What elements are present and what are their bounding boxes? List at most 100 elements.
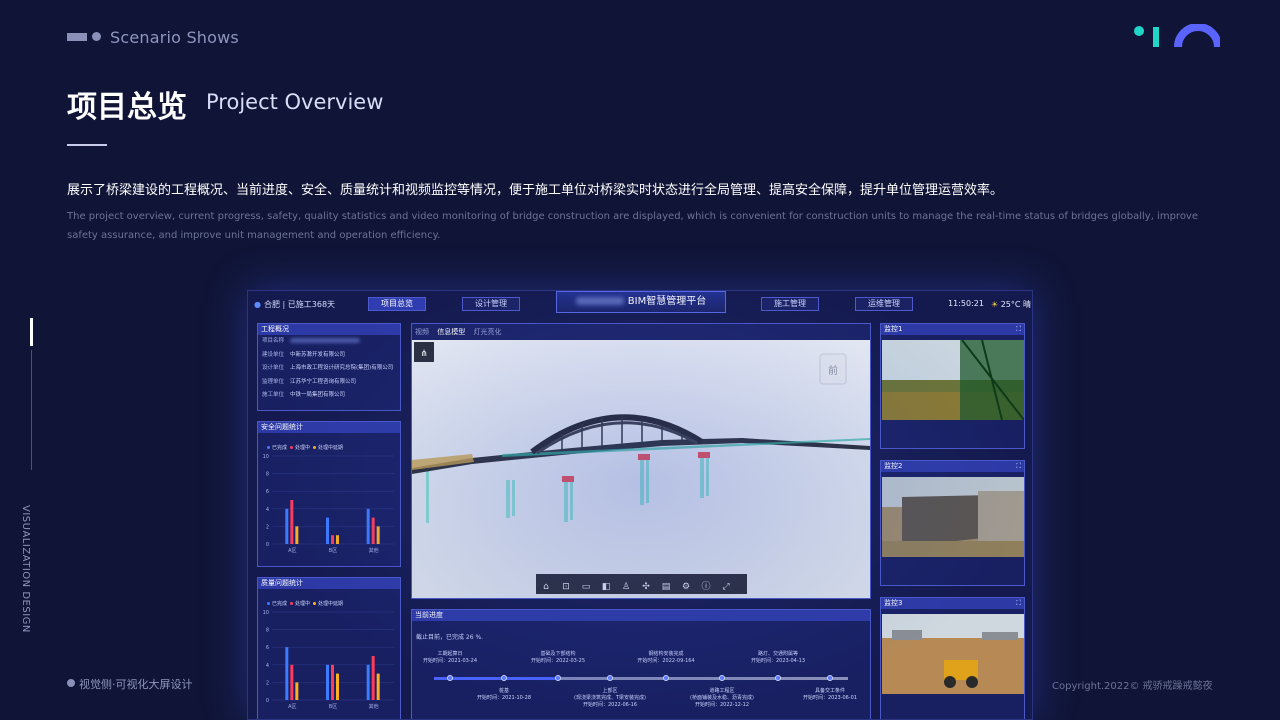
explode-icon[interactable]: ✣ — [636, 577, 656, 597]
side-indicator — [30, 318, 33, 346]
camera-panel-1: 监控1 ⛶ — [880, 323, 1025, 449]
progress-panel: 当前进度 截止目前，已完成 26 %. 工期起算日 开始时间：2021-03-24… — [411, 609, 871, 719]
fullscreen-icon[interactable]: ⤢ — [716, 577, 736, 597]
page-title: 项目总览 — [67, 90, 187, 125]
overview-key: 施工单位 — [262, 392, 285, 398]
viewer-toolbar: ⌂ ⊡ ▭ ◧ ♙ ✣ ▤ ⚙ ⓘ ⤢ — [536, 574, 747, 594]
camera-title-2: 监控2 ⛶ — [881, 461, 1024, 472]
fullscreen-icon[interactable]: ⛶ — [1016, 324, 1021, 335]
description-cn: 展示了桥梁建设的工程概况、当前进度、安全、质量统计和视频监控等情况，便于施工单位… — [67, 183, 1004, 198]
model-tabs: 视频 信息模型 灯光亮化 — [415, 327, 507, 337]
footer-dot — [67, 679, 75, 687]
weather-text: 25°C 晴 — [1000, 300, 1032, 309]
platform-title: BIM智慧管理平台 — [556, 291, 726, 313]
milestone-dot — [447, 675, 453, 681]
nav-construction[interactable]: 施工管理 — [761, 297, 819, 311]
overview-row: 建设单位 中新苏滁开发有限公司 — [258, 349, 400, 363]
bar-处理中延期 — [336, 673, 339, 700]
tab-info-model[interactable]: 信息模型 — [437, 328, 465, 336]
tab-lighting[interactable]: 灯光亮化 — [473, 328, 501, 336]
overview-row: 施工单位 中铁一局集团有限公司 — [258, 389, 400, 403]
y-tick-label: 10 — [263, 610, 269, 616]
overview-value: 江苏华宁工程咨询有限公司 — [290, 378, 357, 385]
milestone: 具备交工条件 开始时间：2023-06-01 — [790, 688, 870, 702]
camera-panel-2: 监控2 ⛶ — [880, 460, 1025, 586]
camera-title-3: 监控3 ⛶ — [881, 598, 1024, 609]
tab-video[interactable]: 视频 — [415, 328, 429, 336]
camera-feed-2[interactable] — [882, 477, 1024, 557]
overview-row: 项目名称 — [258, 335, 400, 349]
person-icon[interactable]: ♙ — [616, 577, 636, 597]
platform-title-text: BIM智慧管理平台 — [627, 296, 707, 307]
y-tick-label: 6 — [266, 489, 269, 495]
milestone-dot — [775, 675, 781, 681]
bar-处理中 — [290, 664, 294, 700]
milestone: 上部区 (现浇梁浇筑完成、T梁安装完成) 开始时间：2022-06-16 — [570, 688, 650, 709]
location: ● 合肥 | 已施工368天 — [254, 300, 336, 309]
side-divider — [31, 350, 32, 470]
bridge-model: ⋔ 前 — [412, 342, 870, 523]
y-tick-label: 10 — [263, 454, 269, 460]
milestone-dot — [827, 675, 833, 681]
safety-chart: 0 2 4 6 8 10 A区 B区 其他 — [263, 454, 394, 554]
milestone-dot — [501, 675, 507, 681]
milestone-label: 基础及下部结构 — [540, 651, 576, 657]
milestone-date: 开始时间：2022-09-164 — [637, 658, 695, 664]
milestone-date: 开始时间：2021-03-24 — [422, 658, 478, 664]
footer-copyright: Copyright.2022© 戒骄戒躁戒懿夜 — [1052, 681, 1213, 692]
info-icon[interactable]: ⓘ — [696, 577, 716, 597]
milestone: 桩基 开始时间：2021-10-28 — [464, 688, 544, 702]
overview-value: 中新苏滁开发有限公司 — [290, 351, 346, 358]
milestone-date: 开始时间：2023-06-01 — [802, 695, 858, 701]
description-en: The project overview, current progress, … — [67, 211, 1199, 241]
nav-design[interactable]: 设计管理 — [462, 297, 520, 311]
location-city: 合肥 — [263, 300, 280, 309]
quality-chart-panel: 质量问题统计 已完成 处理中 处理中延期 0 2 4 6 8 10 A区 B区 其他 — [257, 577, 401, 719]
view-cube-label: 前 — [828, 364, 838, 377]
milestone-dot — [719, 675, 725, 681]
properties-icon[interactable]: ▤ — [656, 577, 676, 597]
fullscreen-icon[interactable]: ⛶ — [1016, 598, 1021, 609]
safety-chart-panel: 安全问题统计 已完成 处理中 处理中延期 0 2 4 6 8 10 A区 B区 其他 — [257, 421, 401, 567]
bar-已完成 — [326, 664, 329, 700]
y-tick-label: 2 — [266, 680, 269, 686]
camera-feed-1[interactable] — [882, 340, 1024, 420]
progress-timeline: 工期起算日 开始时间：2021-03-24 基础及下部结构 开始时间：2022-03-… — [412, 610, 870, 719]
nav-overview[interactable]: 项目总览 — [368, 297, 426, 311]
section-tag-bar — [67, 33, 87, 41]
bridge-piers — [426, 458, 709, 523]
zoom-window-icon[interactable]: ⊡ — [556, 577, 576, 597]
milestone-label: 上部区 (现浇梁浇筑完成、T梁安装完成) — [574, 688, 646, 701]
fullscreen-icon[interactable]: ⛶ — [1016, 461, 1021, 472]
y-tick-label: 6 — [266, 645, 269, 651]
gear-icon[interactable]: ⚙ — [676, 577, 696, 597]
nav-operation[interactable]: 运维管理 — [855, 297, 913, 311]
home-icon[interactable]: ⌂ — [536, 577, 556, 597]
overview-value: 上海市政工程设计研究总院(集团)有限公司 — [290, 365, 394, 371]
bar-已完成 — [366, 664, 370, 700]
milestone-date: 开始时间：2022-12-12 — [694, 702, 750, 708]
bim-model-panel: 视频 信息模型 灯光亮化 ⋔ 前 ⌂ ⊡ ▭ ◧ ♙ ✣ ▤ ⚙ ⓘ ⤢ — [411, 323, 871, 599]
y-tick-label: 0 — [266, 542, 269, 548]
milestone-dot — [555, 675, 561, 681]
blurred-name — [575, 297, 624, 305]
page-subtitle: Project Overview — [206, 90, 384, 114]
timeline-track — [434, 677, 848, 680]
footer-left: 视觉侧·可视化大屏设计 — [79, 678, 193, 691]
bar-处理中延期 — [336, 535, 339, 544]
measure-icon[interactable]: ▭ — [576, 577, 596, 597]
x-tick-label: A区 — [288, 548, 296, 554]
y-tick-label: 8 — [266, 628, 269, 634]
milestone-date: 开始时间：2022-06-16 — [582, 702, 638, 708]
camera-image-2 — [882, 477, 1024, 557]
bim-viewport[interactable]: ⋔ 前 ⌂ ⊡ ▭ ◧ ♙ ✣ ▤ ⚙ ⓘ ⤢ — [412, 340, 870, 598]
camera-name-1: 监控1 — [884, 325, 903, 333]
milestone-dot — [663, 675, 669, 681]
camera-feed-3[interactable] — [882, 614, 1024, 694]
camera-name-2: 监控2 — [884, 462, 903, 470]
overview-key: 项目名称 — [262, 338, 285, 344]
bar-已完成 — [326, 517, 329, 544]
milestone-label: 工期起算日 — [437, 651, 463, 657]
section-icon[interactable]: ◧ — [596, 577, 616, 597]
bar-处理中延期 — [295, 526, 299, 544]
